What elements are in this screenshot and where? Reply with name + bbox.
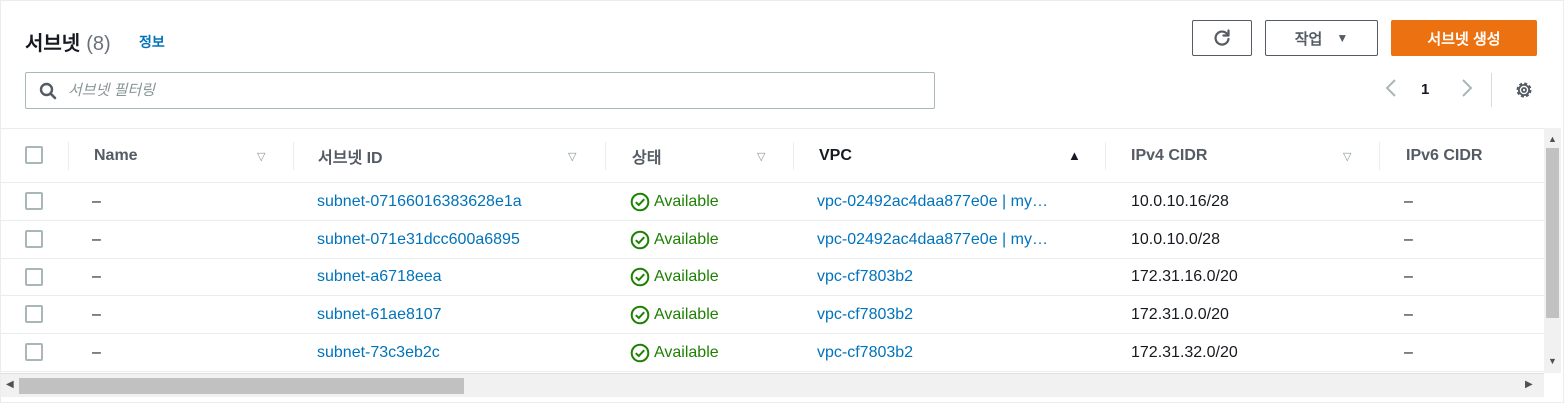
cell-ipv4-cidr: 172.31.16.0/20 (1131, 268, 1238, 285)
horizontal-scrollbar[interactable]: ◀ ▶ (1, 373, 1544, 397)
state-text: Available (654, 192, 719, 210)
scroll-down-arrow-icon[interactable]: ▼ (1548, 356, 1557, 366)
vertical-scrollbar[interactable]: ▲ ▼ (1544, 128, 1561, 373)
sort-icon[interactable]: ▽ (1343, 150, 1351, 163)
search-box (25, 72, 935, 109)
cell-name: – (92, 305, 101, 323)
column-header-subnet-id[interactable]: 서브넷 ID (318, 129, 383, 182)
subnet-count: (8) (86, 33, 111, 55)
next-page-button[interactable] (1457, 77, 1477, 103)
cell-vpc-link[interactable]: vpc-cf7803b2 (817, 259, 913, 295)
cell-subnet-id-link[interactable]: subnet-73c3eb2c (317, 334, 440, 371)
search-icon (39, 82, 57, 100)
prev-page-button[interactable] (1381, 77, 1401, 103)
column-header-ipv4-cidr[interactable]: IPv4 CIDR (1131, 129, 1207, 182)
cell-ipv6-cidr: – (1404, 230, 1413, 248)
cell-name: – (92, 230, 101, 248)
column-header-ipv6-cidr[interactable]: IPv6 CIDR (1406, 129, 1482, 182)
table-row[interactable]: – subnet-61ae8107 Available vpc-cf7803b2… (1, 296, 1544, 334)
column-divider (1379, 142, 1380, 170)
page-title: 서브넷 (8) (25, 27, 111, 56)
cell-state: Available (630, 183, 719, 220)
caret-down-icon: ▼ (1336, 31, 1349, 45)
page-title-text: 서브넷 (25, 33, 81, 55)
cell-ipv4-cidr: 172.31.0.0/20 (1131, 305, 1229, 323)
sort-ascending-icon[interactable]: ▲ (1068, 148, 1081, 163)
cell-name: – (92, 192, 101, 210)
cell-vpc-link[interactable]: vpc-02492ac4daa877e0e | my… (817, 183, 1048, 220)
sort-icon[interactable]: ▽ (257, 150, 265, 163)
cell-name: – (92, 268, 101, 285)
select-all-checkbox[interactable] (25, 146, 43, 164)
row-checkbox[interactable] (25, 192, 43, 210)
cell-vpc-link[interactable]: vpc-02492ac4daa877e0e | my… (817, 221, 1048, 258)
subnets-panel: 서브넷(8) 정보 작업 ▼ 서브넷 생성 1 Name (0, 0, 1564, 403)
cell-subnet-id-link[interactable]: subnet-071e31dcc600a6895 (317, 221, 520, 258)
refresh-icon (1214, 29, 1230, 46)
cell-name: – (92, 343, 101, 361)
cell-state: Available (630, 259, 719, 295)
cell-subnet-id-link[interactable]: subnet-61ae8107 (317, 296, 442, 333)
row-checkbox[interactable] (25, 305, 43, 323)
actions-dropdown-button[interactable]: 작업 ▼ (1265, 20, 1378, 56)
state-text: Available (654, 268, 719, 285)
row-checkbox[interactable] (25, 230, 43, 248)
chevron-right-icon (1462, 79, 1473, 97)
column-header-name[interactable]: Name (94, 129, 138, 182)
column-divider (1105, 142, 1106, 170)
cell-subnet-id-link[interactable]: subnet-a6718eea (317, 259, 442, 295)
table-header-row: Name ▽ 서브넷 ID ▽ 상태 ▽ VPC ▲ IPv4 CIDR ▽ I… (1, 129, 1544, 183)
cell-ipv6-cidr: – (1404, 305, 1413, 323)
refresh-button[interactable] (1192, 20, 1252, 56)
state-text: Available (654, 230, 719, 248)
table-row[interactable]: – subnet-071e31dcc600a6895 Available vpc… (1, 221, 1544, 259)
cell-ipv4-cidr: 172.31.32.0/20 (1131, 343, 1238, 361)
sort-icon[interactable]: ▽ (568, 150, 576, 163)
pagination-divider (1491, 73, 1492, 107)
column-divider (293, 142, 294, 170)
cell-ipv6-cidr: – (1404, 343, 1413, 361)
cell-ipv6-cidr: – (1404, 192, 1413, 210)
horizontal-scroll-thumb[interactable] (19, 378, 464, 394)
scroll-left-arrow-icon[interactable]: ◀ (6, 379, 14, 390)
create-subnet-button[interactable]: 서브넷 생성 (1391, 20, 1537, 56)
table-row[interactable]: – subnet-07166016383628e1a Available vpc… (1, 183, 1544, 221)
cell-ipv4-cidr: 10.0.10.16/28 (1131, 192, 1229, 210)
column-header-state[interactable]: 상태 (632, 129, 661, 182)
chevron-left-icon (1385, 79, 1396, 97)
column-divider (605, 142, 606, 170)
check-circle-icon (630, 192, 650, 211)
table-row[interactable]: – subnet-73c3eb2c Available vpc-cf7803b2… (1, 334, 1544, 372)
scroll-up-arrow-icon[interactable]: ▲ (1548, 134, 1557, 144)
check-circle-icon (630, 343, 650, 362)
cell-state: Available (630, 221, 719, 258)
table-row[interactable]: – subnet-a6718eea Available vpc-cf7803b2… (1, 259, 1544, 296)
cell-vpc-link[interactable]: vpc-cf7803b2 (817, 334, 913, 371)
gear-icon[interactable] (1513, 79, 1535, 101)
column-divider (793, 142, 794, 170)
check-circle-icon (630, 267, 650, 287)
actions-label: 작업 (1294, 30, 1323, 48)
subnets-table: Name ▽ 서브넷 ID ▽ 상태 ▽ VPC ▲ IPv4 CIDR ▽ I… (1, 128, 1544, 373)
cell-ipv6-cidr: – (1404, 268, 1413, 285)
cell-state: Available (630, 296, 719, 333)
state-text: Available (654, 305, 719, 323)
state-text: Available (654, 343, 719, 361)
search-input[interactable] (68, 73, 928, 108)
current-page[interactable]: 1 (1421, 81, 1429, 98)
vertical-scroll-thumb[interactable] (1546, 148, 1559, 318)
info-link[interactable]: 정보 (139, 32, 165, 52)
row-checkbox[interactable] (25, 343, 43, 361)
row-checkbox[interactable] (25, 268, 43, 286)
check-circle-icon (630, 305, 650, 324)
cell-state: Available (630, 334, 719, 371)
cell-vpc-link[interactable]: vpc-cf7803b2 (817, 296, 913, 333)
check-circle-icon (630, 230, 650, 249)
scroll-right-arrow-icon[interactable]: ▶ (1525, 379, 1533, 390)
sort-icon[interactable]: ▽ (757, 150, 765, 163)
cell-ipv4-cidr: 10.0.10.0/28 (1131, 230, 1220, 248)
column-header-vpc[interactable]: VPC (819, 129, 852, 182)
column-divider (68, 142, 69, 170)
cell-subnet-id-link[interactable]: subnet-07166016383628e1a (317, 183, 522, 220)
